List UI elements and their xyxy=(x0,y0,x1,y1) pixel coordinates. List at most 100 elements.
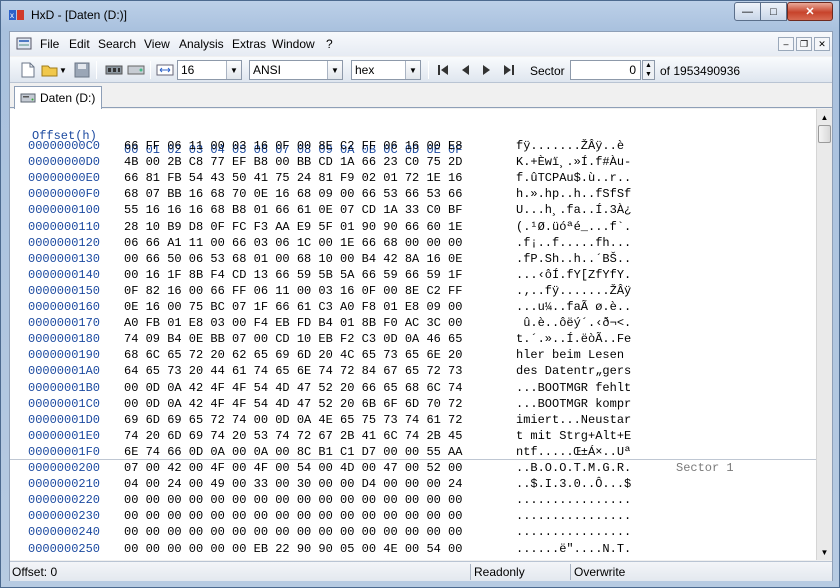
row-text[interactable]: ...BOOTMGR fehlt xyxy=(516,381,631,395)
status-separator xyxy=(570,564,571,580)
menu-analysis[interactable]: Analysis xyxy=(179,37,224,51)
row-bytes[interactable]: 69 6D 69 65 72 74 00 0D 0A 4E 65 75 73 7… xyxy=(124,413,462,427)
sector-input[interactable] xyxy=(570,60,641,80)
offset-base-select[interactable]: hex ▼ xyxy=(351,60,421,80)
close-button[interactable]: ✕ xyxy=(787,2,833,21)
chevron-down-icon[interactable]: ▼ xyxy=(226,61,241,79)
row-bytes[interactable]: 74 09 B4 0E BB 07 00 CD 10 EB F2 C3 0D 0… xyxy=(124,332,462,346)
row-bytes[interactable]: 0E 16 00 75 BC 07 1F 66 61 C3 A0 F8 01 E… xyxy=(124,300,462,314)
hex-editor-view[interactable]: Offset(h) 00 01 02 03 04 05 06 07 08 09 … xyxy=(10,109,816,560)
row-text[interactable]: ...‹ôÍ.fY[ZfYfY. xyxy=(516,268,631,282)
sector-spinner[interactable]: ▲ ▼ xyxy=(642,60,655,80)
row-text[interactable]: f.ûTCPAu$.ù..r.. xyxy=(516,171,631,185)
row-bytes[interactable]: 4B 00 2B C8 77 EF B8 00 BB CD 1A 66 23 C… xyxy=(124,155,462,169)
row-bytes[interactable]: 0F 82 16 00 66 FF 06 11 00 03 16 0F 00 8… xyxy=(124,284,462,298)
menu-edit[interactable]: Edit xyxy=(69,37,90,51)
vertical-scrollbar[interactable]: ▲ ▼ xyxy=(816,109,832,560)
row-offset: 0000000180 xyxy=(28,332,101,347)
row-text[interactable]: ................ xyxy=(516,509,631,523)
child-minimize-button[interactable]: – xyxy=(778,37,794,51)
menu-window[interactable]: Window xyxy=(272,37,315,51)
previous-sector-icon[interactable] xyxy=(455,60,475,80)
save-icon[interactable] xyxy=(72,60,92,80)
child-close-button[interactable]: ✕ xyxy=(814,37,830,51)
row-text[interactable]: imiert...Neustar xyxy=(516,413,631,427)
row-offset: 0000000200 xyxy=(28,461,101,475)
scroll-up-icon[interactable]: ▲ xyxy=(817,109,832,125)
row-text[interactable]: ................ xyxy=(516,493,631,507)
row-bytes[interactable]: 00 0D 0A 42 4F 4F 54 4D 47 52 20 6B 6F 6… xyxy=(124,397,462,411)
row-text[interactable]: t mit Strg+Alt+E xyxy=(516,429,631,443)
last-sector-icon[interactable] xyxy=(499,60,519,80)
row-bytes[interactable]: 04 00 24 00 49 00 33 00 30 00 00 D4 00 0… xyxy=(124,477,462,491)
menu-search[interactable]: Search xyxy=(98,37,136,51)
row-text[interactable]: .‚..fÿ.......ŽÂÿ xyxy=(516,284,631,298)
row-bytes[interactable]: 00 00 00 00 00 00 EB 22 90 90 05 00 4E 0… xyxy=(124,542,462,556)
row-bytes[interactable]: 55 16 16 16 68 B8 01 66 61 0E 07 CD 1A 3… xyxy=(124,203,462,217)
row-text[interactable]: ................ xyxy=(516,525,631,539)
row-bytes[interactable]: 4C 00 44 00 52 00 07 00 42 00 4F 00 4F 0… xyxy=(124,558,462,560)
row-text[interactable]: L.D.R... xyxy=(516,558,574,560)
menu-file[interactable]: File xyxy=(40,37,59,51)
open-disk-icon[interactable] xyxy=(126,60,146,80)
row-bytes[interactable]: 74 20 6D 69 74 20 53 74 72 67 2B 41 6C 7… xyxy=(124,429,462,443)
row-text[interactable]: (.¹Ø.üóªé_...f`. xyxy=(516,220,631,234)
row-text[interactable]: h.».hp..h..fSfSf xyxy=(516,187,631,201)
minimize-button[interactable]: — xyxy=(734,2,761,21)
row-text[interactable]: ntf.....Œ±Á×..Uª xyxy=(516,445,631,459)
menu-view[interactable]: View xyxy=(144,37,170,51)
row-text[interactable]: fÿ.......ŽÂÿ..è xyxy=(516,139,624,153)
row-offset: 00000001E0 xyxy=(28,428,101,443)
row-bytes[interactable]: 07 00 42 00 4F 00 4F 00 54 00 4D 00 47 0… xyxy=(124,461,462,475)
row-text[interactable]: ..$.I.3.0..Ô...$ xyxy=(516,477,631,491)
open-dropdown-icon[interactable]: ▼ xyxy=(58,60,68,80)
row-text[interactable]: .fP.Sh..h..´BŠ.. xyxy=(516,252,631,266)
row-bytes[interactable]: 68 07 BB 16 68 70 0E 16 68 09 00 66 53 6… xyxy=(124,187,462,201)
row-text[interactable]: t.´.»..Í.ëòÃ..Fe xyxy=(516,332,631,346)
row-bytes[interactable]: 00 16 1F 8B F4 CD 13 66 59 5B 5A 66 59 6… xyxy=(124,268,462,282)
open-folder-icon[interactable] xyxy=(40,60,60,80)
row-bytes[interactable]: 00 0D 0A 42 4F 4F 54 4D 47 52 20 66 65 6… xyxy=(124,381,462,395)
menu-help[interactable]: ? xyxy=(326,37,333,51)
row-bytes[interactable]: 00 66 50 06 53 68 01 00 68 10 00 B4 42 8… xyxy=(124,252,462,266)
chevron-down-icon[interactable]: ▼ xyxy=(405,61,420,79)
menu-extras[interactable]: Extras xyxy=(232,37,266,51)
row-text[interactable]: U...h¸.fa..Í.3À¿ xyxy=(516,203,631,217)
row-text[interactable]: û.è..ôëý´.‹ð¬<. xyxy=(516,316,631,330)
title-bar[interactable]: x HxD - [Daten (D:)] — □ ✕ xyxy=(1,1,839,29)
row-text[interactable]: ...u¼..faÃ ø.è.. xyxy=(516,300,631,314)
bytes-per-row-select[interactable]: 16 ▼ xyxy=(177,60,242,80)
row-text[interactable]: ..B.O.O.T.M.G.R. xyxy=(516,461,631,475)
row-bytes[interactable]: 6E 74 66 0D 0A 00 0A 00 8C B1 C1 D7 00 0… xyxy=(124,445,462,459)
row-bytes[interactable]: 06 66 A1 11 00 66 03 06 1C 00 1E 66 68 0… xyxy=(124,236,462,250)
row-bytes[interactable]: 00 00 00 00 00 00 00 00 00 00 00 00 00 0… xyxy=(124,509,462,523)
charset-select[interactable]: ANSI ▼ xyxy=(249,60,343,80)
tab-daten-d[interactable]: Daten (D:) xyxy=(14,86,102,109)
row-text[interactable]: .f¡..f.....fh... xyxy=(516,236,631,250)
row-bytes[interactable]: 00 00 00 00 00 00 00 00 00 00 00 00 00 0… xyxy=(124,493,462,507)
document-menu-icon[interactable] xyxy=(16,36,32,51)
row-bytes[interactable]: 64 65 73 20 44 61 74 65 6E 74 72 84 67 6… xyxy=(124,364,462,378)
scroll-thumb[interactable] xyxy=(818,125,831,143)
row-bytes[interactable]: 28 10 B9 D8 0F FC F3 AA E9 5F 01 90 90 6… xyxy=(124,220,462,234)
maximize-button[interactable]: □ xyxy=(760,2,787,21)
chevron-down-icon[interactable]: ▼ xyxy=(645,71,652,78)
row-text[interactable]: ......ë"....N.T. xyxy=(516,542,631,556)
new-file-icon[interactable] xyxy=(18,60,38,80)
scroll-down-icon[interactable]: ▼ xyxy=(817,544,832,560)
chevron-down-icon[interactable]: ▼ xyxy=(327,61,342,79)
row-bytes[interactable]: 66 FF 06 11 00 03 16 0F 00 8E C2 FF 06 1… xyxy=(124,139,462,153)
row-bytes[interactable]: 66 81 FB 54 43 50 41 75 24 81 F9 02 01 7… xyxy=(124,171,462,185)
row-bytes[interactable]: 68 6C 65 72 20 62 65 69 6D 20 4C 65 73 6… xyxy=(124,348,462,362)
first-sector-icon[interactable] xyxy=(433,60,453,80)
row-bytes[interactable]: A0 FB 01 E8 03 00 F4 EB FD B4 01 8B F0 A… xyxy=(124,316,462,330)
chevron-up-icon[interactable]: ▲ xyxy=(645,62,652,69)
next-sector-icon[interactable] xyxy=(477,60,497,80)
row-text[interactable]: ...BOOTMGR kompr xyxy=(516,397,631,411)
row-text[interactable]: des Datentr„gers xyxy=(516,364,631,378)
row-text[interactable]: hler beim Lesen xyxy=(516,348,631,362)
row-text[interactable]: K.+Èwï¸.»Í.f#Àu- xyxy=(516,155,631,169)
ram-editor-icon[interactable] xyxy=(104,60,124,80)
child-restore-button[interactable]: ❐ xyxy=(796,37,812,51)
row-bytes[interactable]: 00 00 00 00 00 00 00 00 00 00 00 00 00 0… xyxy=(124,525,462,539)
